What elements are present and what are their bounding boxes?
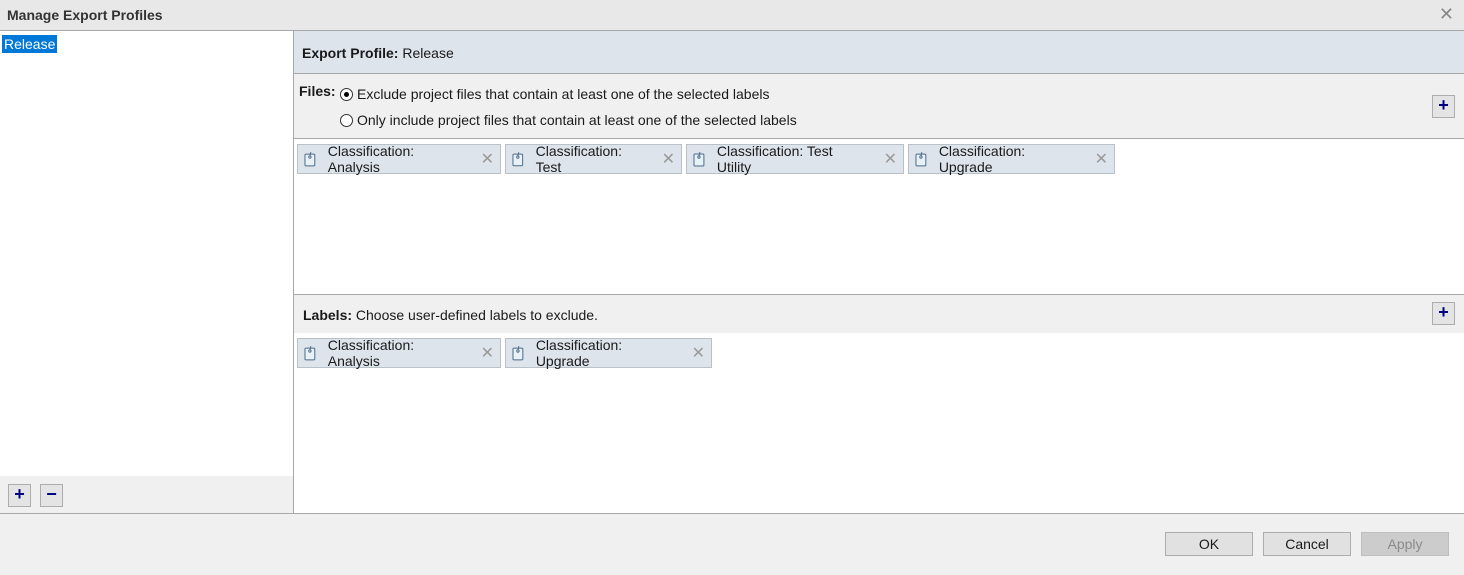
remove-chip-icon[interactable]: ✕ — [481, 343, 494, 363]
file-label-chip: Classification: Test ✕ — [505, 143, 682, 175]
files-label: Files: — [299, 83, 336, 99]
radio-button-checked[interactable] — [340, 87, 353, 101]
file-labels-chip-area: Classification: Analysis ✕ Classificatio… — [294, 139, 1464, 294]
radio-exclude-files[interactable]: Exclude project files that contain at le… — [340, 86, 769, 102]
labels-label: Labels: — [303, 307, 353, 323]
file-label-chip: Classification: Analysis ✕ — [297, 143, 501, 175]
chip-label: Classification: Analysis — [327, 143, 415, 175]
tag-icon — [304, 346, 316, 361]
add-file-label-button[interactable]: + — [1432, 95, 1455, 118]
minus-icon: − — [46, 484, 57, 504]
chip-label: Classification: Upgrade — [535, 337, 623, 369]
add-excluded-label-button[interactable]: + — [1432, 302, 1455, 325]
window-title: Manage Export Profiles — [7, 7, 163, 23]
labels-description: Choose user-defined labels to exclude. — [355, 307, 598, 323]
excluded-labels-chip-area: Classification: Analysis ✕ Classificatio… — [294, 333, 1464, 513]
excluded-label-chip: Classification: Analysis ✕ — [297, 337, 501, 369]
profile-list-panel: Release + − — [0, 31, 294, 513]
tag-icon — [693, 151, 705, 167]
remove-chip-icon[interactable]: ✕ — [481, 149, 494, 169]
remove-chip-icon[interactable]: ✕ — [662, 149, 675, 169]
apply-button[interactable]: Apply — [1361, 532, 1449, 556]
tag-icon — [512, 152, 524, 167]
close-icon[interactable]: ✕ — [1439, 4, 1454, 24]
ok-button[interactable]: OK — [1165, 532, 1253, 556]
plus-icon: + — [1438, 302, 1449, 322]
remove-profile-button[interactable]: − — [40, 484, 63, 507]
chip-label: Classification: Upgrade — [938, 143, 1026, 175]
add-profile-button[interactable]: + — [8, 484, 31, 507]
tag-icon — [512, 345, 524, 361]
profile-detail-panel: Export Profile: Release Files: Exclude p… — [294, 31, 1464, 513]
file-label-chip: Classification: Upgrade ✕ — [908, 143, 1115, 175]
file-label-chip: Classification: Test Utility ✕ — [686, 143, 904, 175]
cancel-button[interactable]: Cancel — [1263, 532, 1351, 556]
tag-icon — [304, 152, 316, 167]
profile-header: Export Profile: Release — [294, 31, 1464, 74]
chip-label: Classification: Test — [535, 143, 622, 175]
labels-section-header: Labels: Choose user-defined labels to ex… — [294, 294, 1464, 334]
radio-include-files[interactable]: Only include project files that contain … — [340, 112, 797, 128]
chip-label: Classification: Analysis — [327, 337, 415, 369]
profile-header-value: Release — [402, 45, 454, 61]
profile-header-label: Export Profile: — [302, 45, 399, 61]
profile-item-release[interactable]: Release — [2, 35, 58, 53]
radio-exclude-label: Exclude project files that contain at le… — [357, 86, 770, 102]
plus-icon: + — [1438, 95, 1449, 115]
plus-icon: + — [14, 484, 25, 504]
profile-list-toolbar: + − — [0, 476, 293, 513]
remove-chip-icon[interactable]: ✕ — [884, 149, 897, 169]
files-filter-section: Files: Exclude project files that contai… — [294, 74, 1464, 139]
radio-include-label: Only include project files that contain … — [357, 112, 797, 128]
chip-label: Classification: Test Utility — [716, 143, 833, 175]
footer-divider — [0, 513, 1464, 514]
radio-button[interactable] — [340, 113, 353, 127]
excluded-label-chip: Classification: Upgrade ✕ — [505, 337, 712, 369]
remove-chip-icon[interactable]: ✕ — [1095, 149, 1108, 169]
title-bar: Manage Export Profiles ✕ — [0, 0, 1464, 31]
tag-icon — [915, 151, 927, 167]
remove-chip-icon[interactable]: ✕ — [692, 343, 705, 363]
